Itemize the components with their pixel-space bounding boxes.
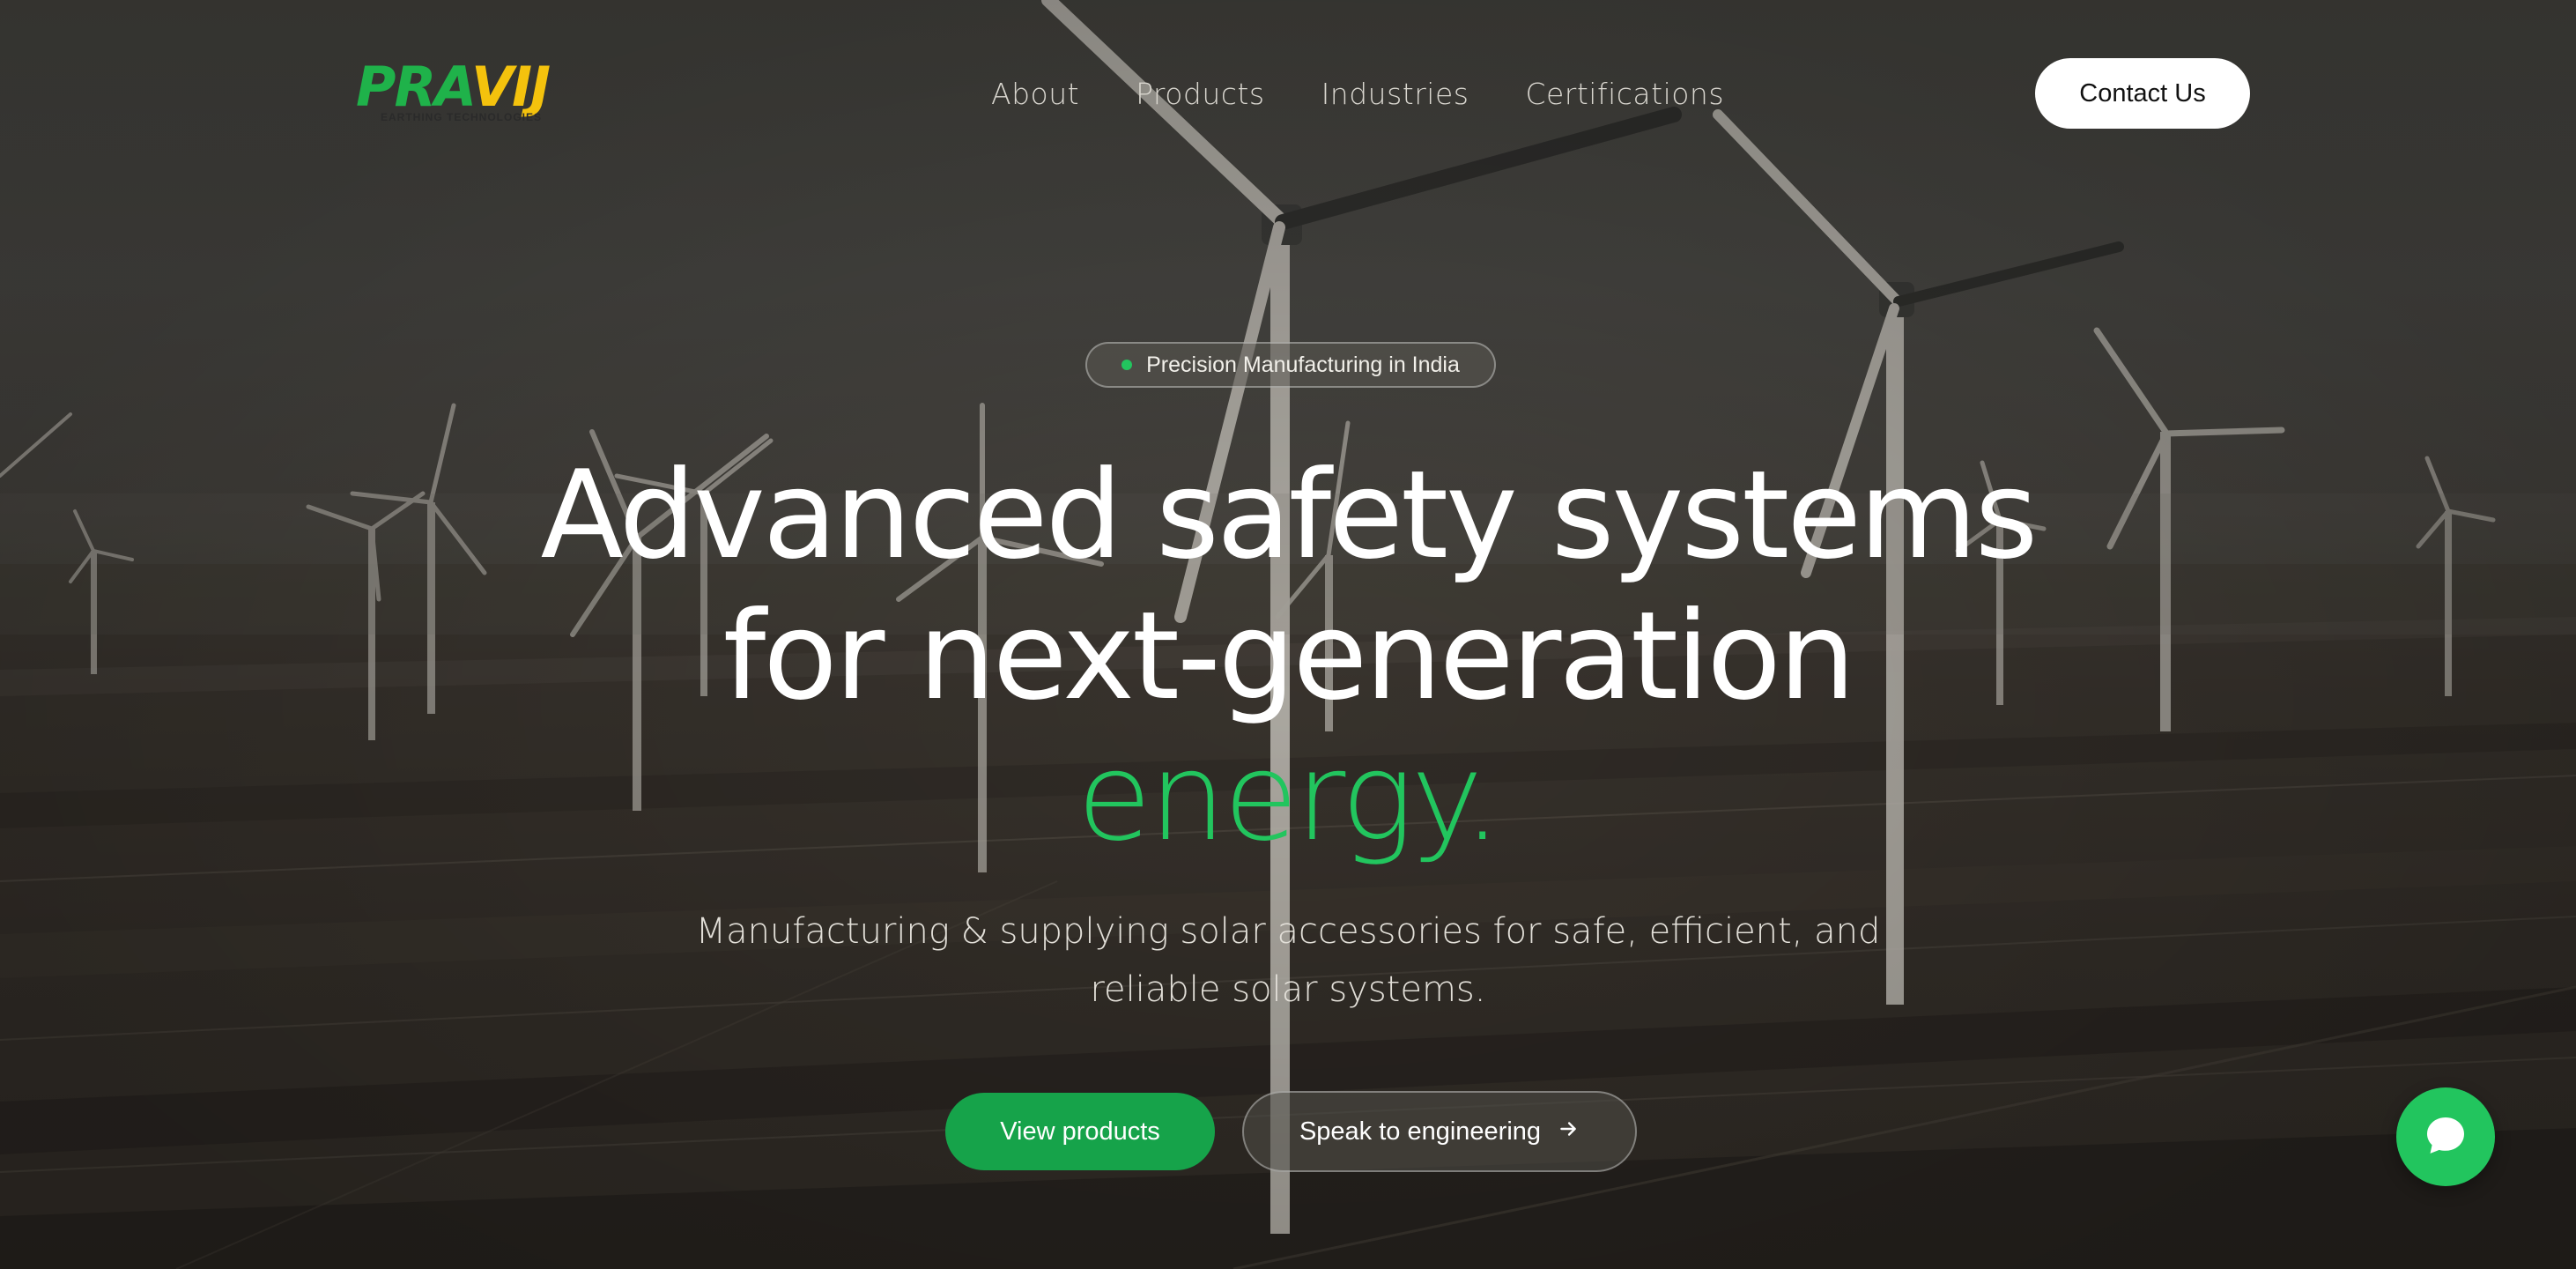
chat-button[interactable]	[2396, 1087, 2495, 1186]
logo-wordmark: PRAVIJ	[356, 60, 576, 115]
landing-page: PRAVIJ EARTHING TECHNOLOGIES About Produ…	[0, 0, 2576, 1269]
logo-part-yellow: VIJ	[470, 55, 551, 119]
speak-to-engineering-button[interactable]: Speak to engineering	[1242, 1091, 1637, 1172]
nav-link-industries[interactable]: Industries	[1321, 77, 1469, 111]
speak-to-engineering-label: Speak to engineering	[1299, 1117, 1542, 1146]
status-dot-icon	[1121, 360, 1133, 370]
nav-link-about[interactable]: About	[991, 77, 1079, 111]
brand-logo[interactable]: PRAVIJ EARTHING TECHNOLOGIES	[356, 60, 576, 127]
logo-part-green: PRA	[356, 55, 473, 119]
hero-headline: Advanced safety systems for next-generat…	[539, 444, 2039, 868]
logo-tagline: EARTHING TECHNOLOGIES	[381, 111, 543, 123]
contact-us-button[interactable]: Contact Us	[2035, 58, 2250, 129]
arrow-right-icon	[1557, 1117, 1580, 1146]
hero-badge: Precision Manufacturing in India	[1085, 342, 1496, 388]
hero-badge-label: Precision Manufacturing in India	[1146, 352, 1460, 377]
hero-subtext: Manufacturing & supplying solar accessor…	[695, 911, 1881, 1010]
nav-link-certifications[interactable]: Certifications	[1525, 77, 1724, 111]
nav-link-products[interactable]: Products	[1136, 77, 1265, 111]
chat-bubble-icon	[2421, 1111, 2470, 1163]
main-nav: About Products Industries Certifications	[991, 72, 1724, 115]
view-products-button[interactable]: View products	[945, 1093, 1215, 1170]
hero-headline-main: Advanced safety systems for next-generat…	[540, 444, 2039, 727]
hero-headline-accent: energy.	[1077, 726, 1501, 868]
